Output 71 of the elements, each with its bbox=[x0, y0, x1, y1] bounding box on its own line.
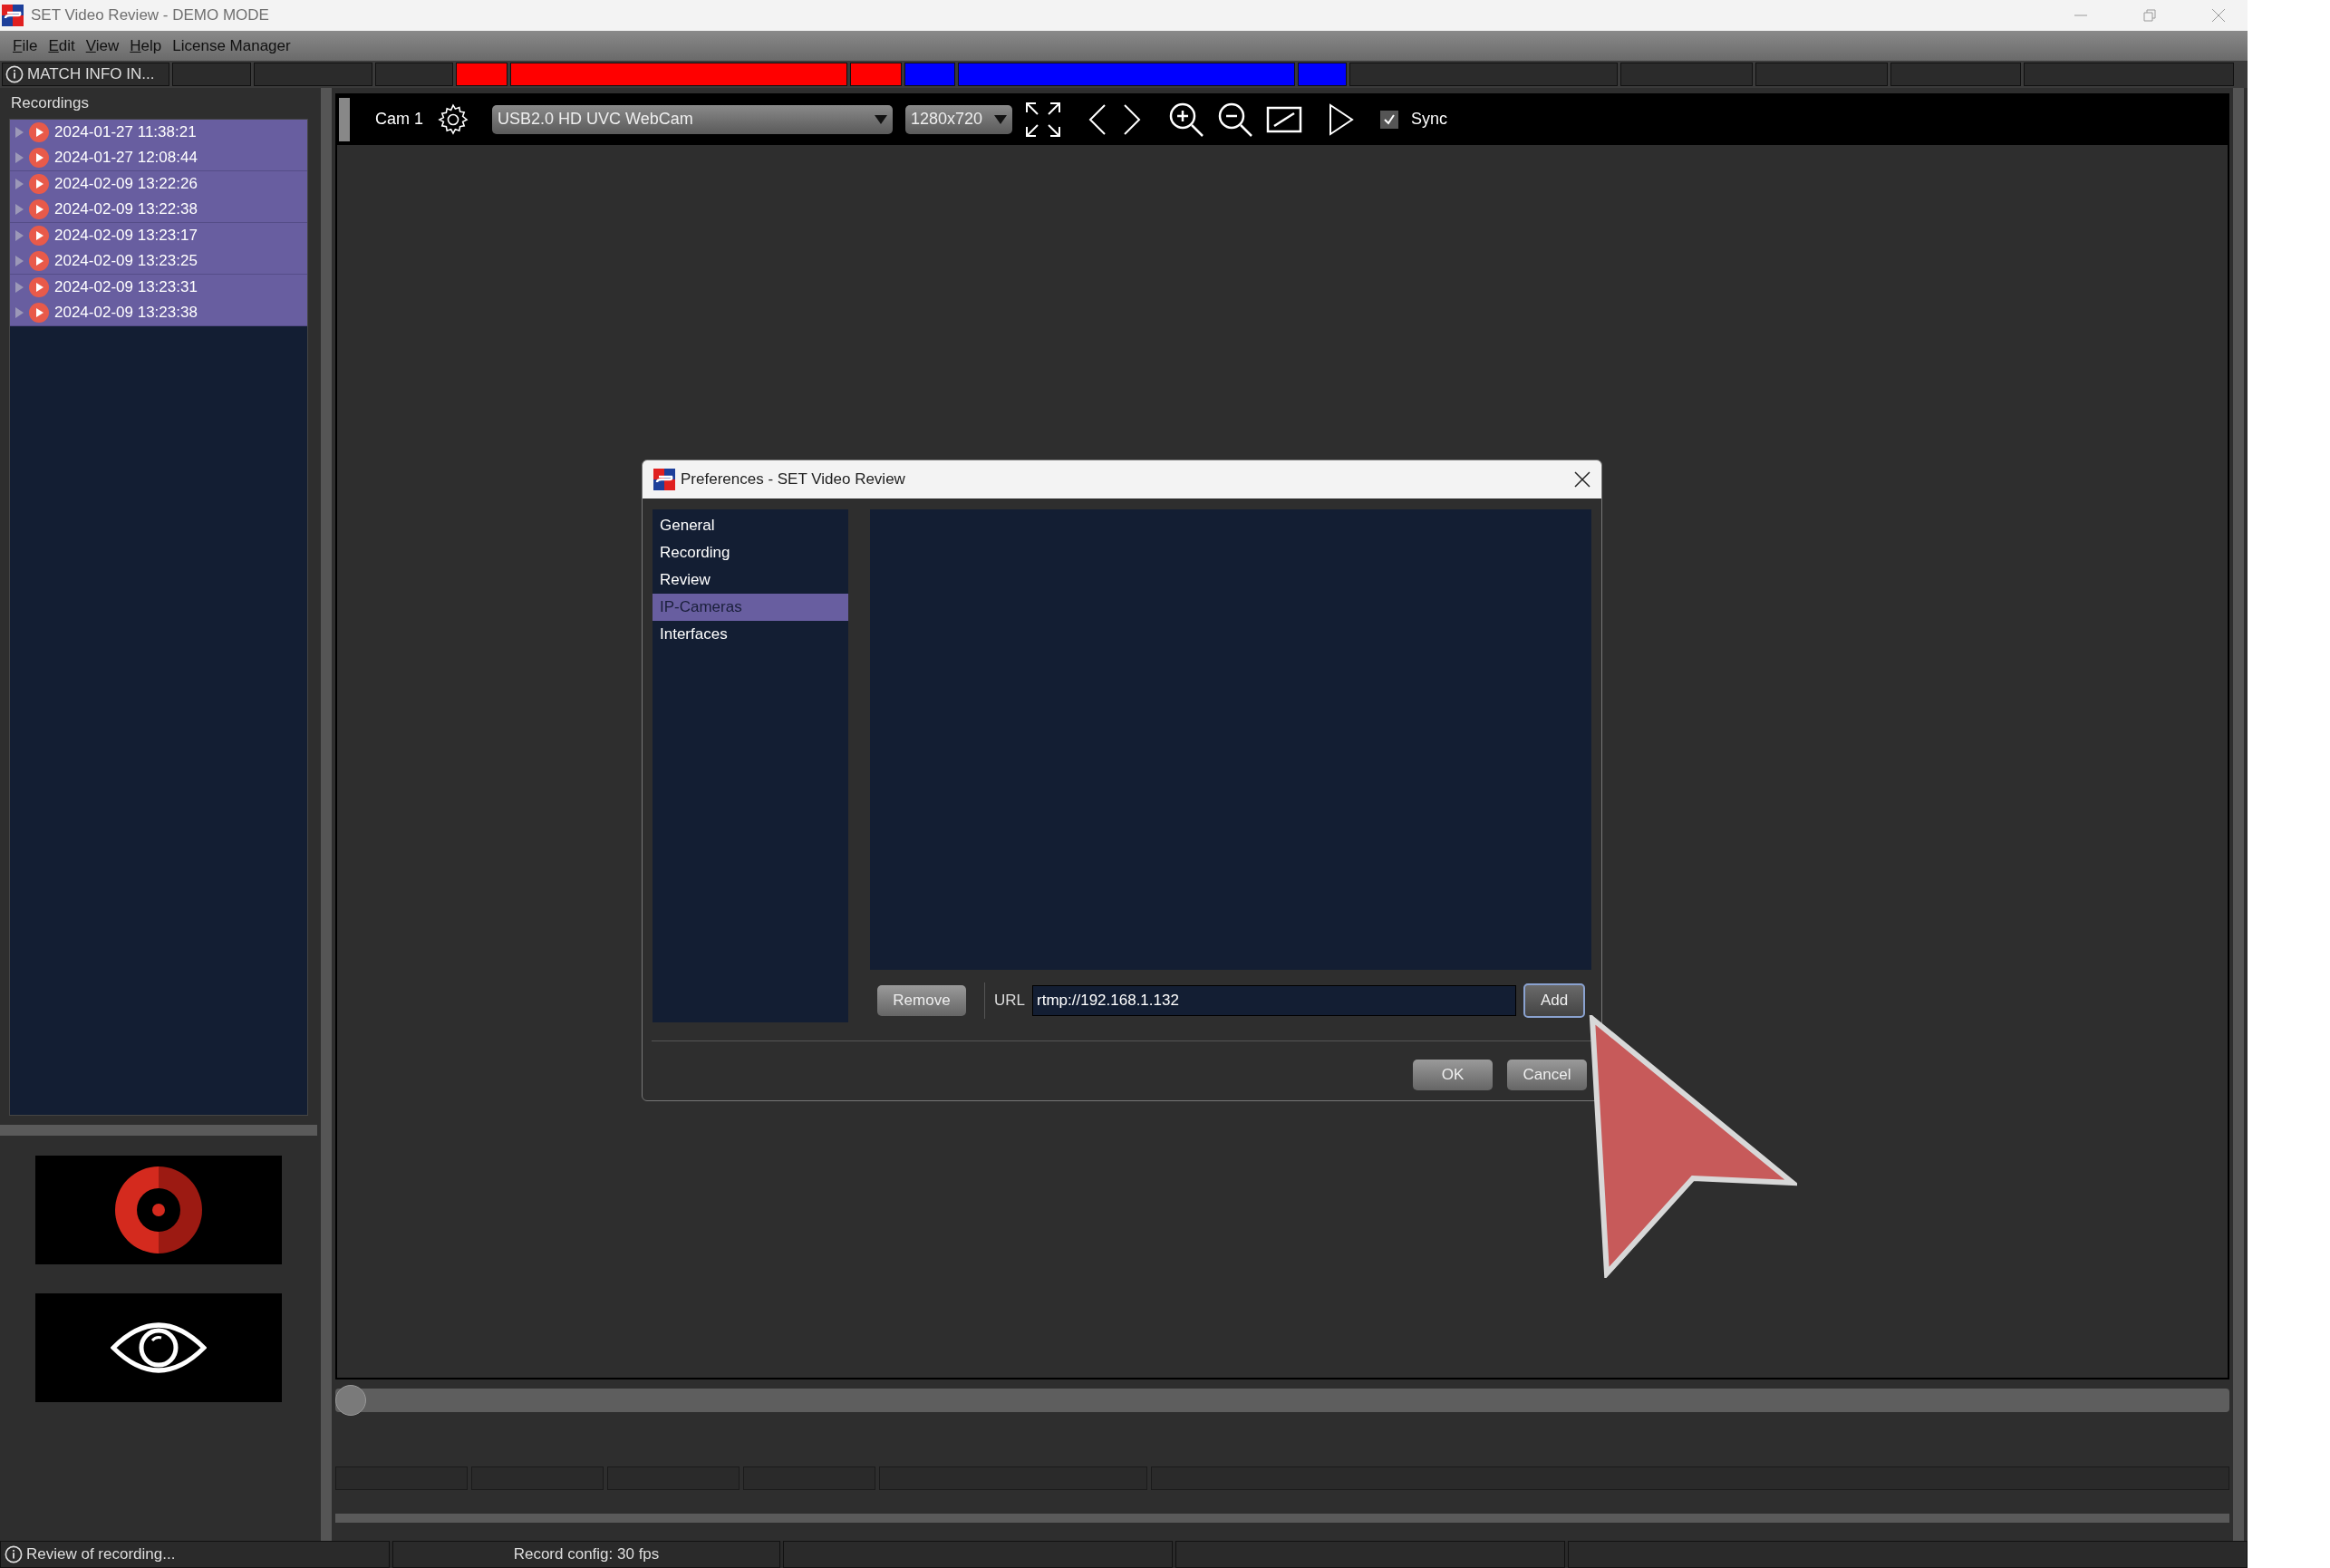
fullscreen-icon[interactable] bbox=[1025, 101, 1061, 138]
video-file-item[interactable]: 2024-02-09 13:23:25 bbox=[10, 248, 307, 275]
category-item[interactable]: Review bbox=[653, 566, 848, 594]
video-file-item[interactable]: 2024-02-09 13:22:38 bbox=[10, 197, 307, 223]
url-label: URL bbox=[984, 982, 1025, 1019]
expand-arrow-icon[interactable] bbox=[15, 178, 24, 189]
expand-arrow-icon[interactable] bbox=[15, 229, 24, 241]
zoom-in-icon[interactable] bbox=[1168, 101, 1204, 138]
video-file-item[interactable]: 2024-01-27 11:38:21 bbox=[10, 119, 307, 145]
slider-thumb[interactable] bbox=[335, 1385, 366, 1416]
category-item[interactable]: Recording bbox=[653, 539, 848, 566]
play-icon bbox=[29, 276, 49, 297]
record-target-icon bbox=[115, 1166, 202, 1253]
camera-dropdown[interactable]: USB2.0 HD UVC WebCam bbox=[492, 104, 893, 134]
video-file-item[interactable]: 2024-02-09 13:22:26 bbox=[10, 170, 307, 197]
dropdown-caret-icon bbox=[875, 114, 887, 124]
menu-item[interactable]: View bbox=[85, 34, 120, 58]
category-item[interactable]: General bbox=[653, 512, 848, 539]
menu-item[interactable]: File bbox=[13, 34, 38, 58]
menu-item[interactable]: Edit bbox=[48, 34, 75, 58]
video-file-item[interactable]: 2024-02-09 13:23:38 bbox=[10, 300, 307, 326]
info-icon bbox=[5, 65, 24, 83]
toolbar-grip[interactable] bbox=[339, 97, 350, 141]
previous-icon[interactable] bbox=[1087, 102, 1108, 136]
window-title: SET Video Review - DEMO MODE bbox=[31, 5, 269, 26]
add-button[interactable]: Add bbox=[1523, 983, 1585, 1018]
menu-item[interactable]: Help bbox=[130, 34, 162, 58]
play-icon bbox=[29, 198, 49, 219]
play-icon bbox=[29, 250, 49, 271]
play-icon bbox=[29, 121, 49, 142]
info-icon bbox=[5, 1545, 23, 1563]
expand-arrow-icon[interactable] bbox=[15, 203, 24, 215]
close-icon[interactable] bbox=[1574, 471, 1590, 488]
resolution-dropdown[interactable]: 1280x720 bbox=[905, 104, 1012, 134]
category-item[interactable]: Interfaces bbox=[653, 621, 848, 648]
play-icon[interactable] bbox=[1328, 102, 1355, 136]
video-file-item[interactable]: 2024-02-09 13:23:31 bbox=[10, 274, 307, 300]
status-message: Review of recording... bbox=[26, 1544, 176, 1565]
next-icon[interactable] bbox=[1121, 102, 1143, 136]
expand-arrow-icon[interactable] bbox=[15, 151, 24, 163]
fit-view-icon[interactable] bbox=[1266, 105, 1302, 133]
expand-arrow-icon[interactable] bbox=[15, 306, 24, 318]
match-info-field[interactable]: MATCH INFO IN... bbox=[2, 63, 169, 86]
sync-label: Sync bbox=[1411, 109, 1448, 130]
expand-arrow-icon[interactable] bbox=[15, 126, 24, 138]
settings-icon[interactable] bbox=[436, 102, 470, 137]
play-icon bbox=[29, 147, 49, 168]
review-thumbnail[interactable] bbox=[35, 1292, 282, 1402]
dropdown-caret-icon bbox=[994, 114, 1007, 124]
video-file-item[interactable]: 2024-02-09 13:23:17 bbox=[10, 222, 307, 248]
recordings-heading: Recordings bbox=[10, 93, 90, 113]
ok-button[interactable]: OK bbox=[1413, 1060, 1493, 1090]
record-config-status: Record config: 30 fps bbox=[513, 1544, 660, 1565]
remove-button[interactable]: Remove bbox=[877, 985, 966, 1016]
menu-item[interactable]: License Manager bbox=[172, 34, 291, 58]
play-icon bbox=[29, 302, 49, 323]
panel-splitter[interactable] bbox=[0, 1124, 317, 1136]
url-input-field[interactable]: rtmp://192.168.1.132 bbox=[1032, 985, 1516, 1016]
play-icon bbox=[29, 173, 49, 194]
expand-arrow-icon[interactable] bbox=[15, 281, 24, 293]
video-file-item[interactable]: 2024-01-27 12:08:44 bbox=[10, 145, 307, 171]
restore-icon[interactable] bbox=[2142, 8, 2157, 23]
play-icon bbox=[29, 225, 49, 246]
expand-arrow-icon[interactable] bbox=[15, 255, 24, 266]
dialog-title: Preferences - SET Video Review bbox=[681, 469, 905, 490]
cancel-button[interactable]: Cancel bbox=[1507, 1060, 1587, 1090]
camera-label: Cam 1 bbox=[375, 109, 423, 130]
sync-checkbox[interactable] bbox=[1380, 110, 1398, 129]
record-thumbnail[interactable] bbox=[35, 1155, 282, 1264]
app-logo-icon bbox=[653, 469, 675, 490]
zoom-out-icon[interactable] bbox=[1217, 101, 1253, 138]
